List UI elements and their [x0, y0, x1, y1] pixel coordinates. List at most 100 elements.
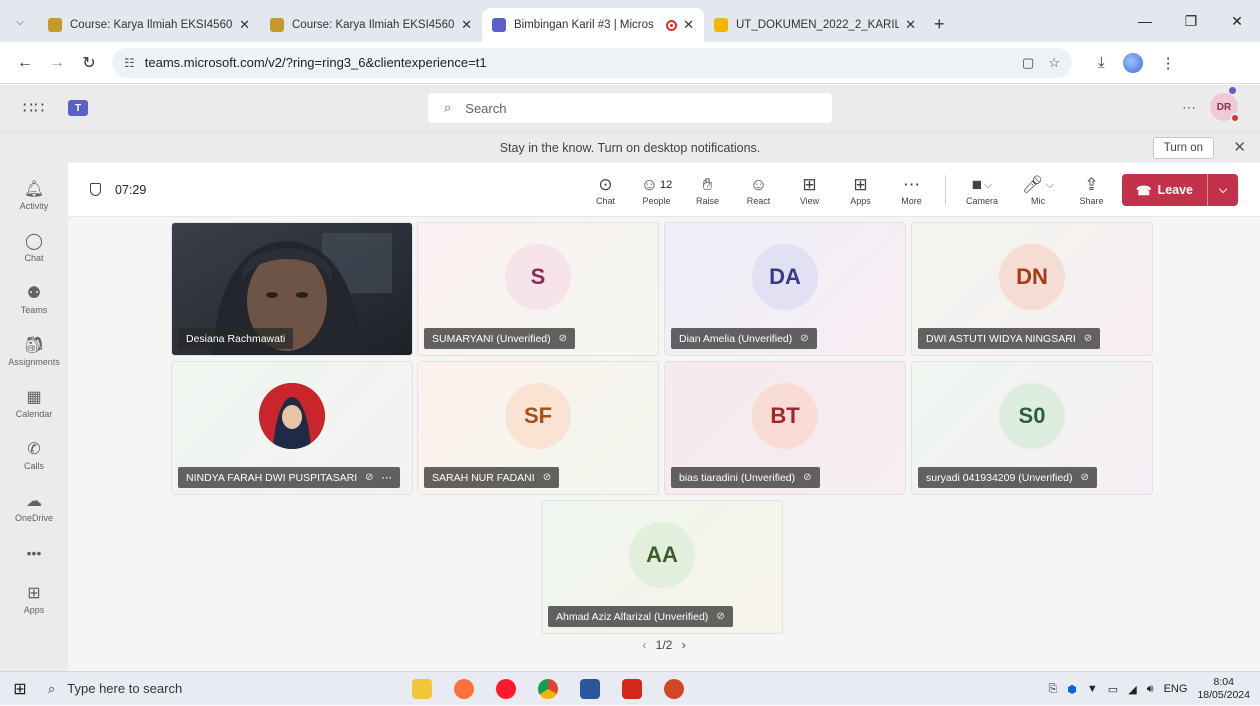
rail-item-apps[interactable]: ⊞ Apps — [0, 573, 68, 625]
word-icon[interactable] — [580, 678, 600, 699]
camera-icon: ■︎ ⌵ — [971, 175, 993, 194]
app-launcher-icon[interactable]: ∷∷ — [0, 98, 68, 118]
restore-icon[interactable]: ❐ — [1168, 0, 1214, 42]
clock[interactable]: 8:04 18/05/2024 — [1197, 676, 1250, 702]
notification-text: Stay in the know. Turn on desktop notifi… — [499, 140, 761, 155]
teams-icon: ⚉ — [26, 284, 42, 302]
tool-label: View — [799, 196, 820, 206]
mic-muted-icon: ⊘ — [1080, 472, 1089, 483]
cast-icon[interactable]: ▢ — [1022, 55, 1034, 71]
toolbar-divider — [945, 175, 946, 205]
more-button[interactable]: ⋯ More — [886, 174, 937, 206]
forward-icon[interactable]: → — [44, 54, 70, 72]
page-indicator: 1/2 — [655, 638, 673, 652]
participant-name-text: NINDYA FARAH DWI PUSPITASARI — [186, 471, 358, 484]
browser-profile-avatar[interactable] — [1122, 52, 1143, 73]
view-button[interactable]: ⊞ View — [784, 174, 835, 206]
my-avatar[interactable]: DR — [1210, 87, 1240, 123]
participant-avatar: BT — [752, 383, 818, 449]
turn-on-button[interactable]: Turn on — [1152, 137, 1214, 159]
acrobat-icon[interactable] — [622, 678, 642, 699]
participant-tile[interactable]: AA Ahmad Aziz Alfarizal (Unverified) ⊘ — [541, 500, 783, 634]
minimize-icon[interactable]: — — [1122, 0, 1168, 42]
tab-close-icon[interactable]: ✕ — [905, 17, 916, 33]
rail-item-chat[interactable]: ◯ Chat — [0, 221, 68, 273]
browser-menu-icon[interactable]: ⋮ — [1161, 54, 1176, 72]
participant-tile[interactable]: S SUMARYANI (Unverified) ⊘ — [417, 222, 659, 356]
share-button[interactable]: ⇪ Share — [1066, 174, 1117, 206]
participant-tile[interactable]: DN DWI ASTUTI WIDYA NINGSARI ⊘ — [911, 222, 1153, 356]
language-indicator[interactable]: ENG — [1164, 683, 1188, 695]
browser-tab[interactable]: UT_DOKUMEN_2022_2_KARIL_T ✕ — [704, 8, 926, 42]
tab-close-icon[interactable]: ✕ — [683, 17, 694, 33]
back-icon[interactable]: ← — [12, 54, 38, 72]
windows-start-icon[interactable]: ⊞ — [0, 679, 40, 699]
opera-icon[interactable] — [496, 678, 516, 699]
participant-tile[interactable]: Desiana Rachmawati — [171, 222, 413, 356]
teams-header: ∷∷ T ⌕ Search ⋯ DR — [0, 85, 1260, 131]
participant-tile[interactable]: S0 suryadi 041934209 (Unverified) ⊘ — [911, 361, 1153, 495]
notification-banner: Stay in the know. Turn on desktop notifi… — [0, 131, 1260, 163]
participant-tile[interactable]: SF SARAH NUR FADANI ⊘ — [417, 361, 659, 495]
bluetooth-icon[interactable]: ⬢ — [1067, 683, 1077, 696]
participant-tile[interactable]: BT bias tiaradini (Unverified) ⊘ — [664, 361, 906, 495]
mic-button[interactable]: 🎤︎ ⌵ Mic — [1010, 174, 1066, 206]
leave-main[interactable]: ☎︎ Leave — [1122, 174, 1208, 206]
notification-dot-icon — [1229, 87, 1236, 94]
close-window-icon[interactable]: ✕ — [1214, 0, 1260, 42]
bookmark-star-icon[interactable]: ☆ — [1048, 55, 1060, 71]
url-input[interactable]: ☷ teams.microsoft.com/v2/?ring=ring3_6&c… — [112, 47, 1072, 78]
rail-item-assignments[interactable]: 🎒︎ Assignments — [0, 325, 68, 377]
volume-icon[interactable]: 🔊︎ — [1147, 683, 1154, 696]
chat-button[interactable]: ⊙ Chat — [580, 174, 631, 206]
presence-busy-icon — [1230, 113, 1240, 123]
rail-item-activity[interactable]: 🔔︎ Activity — [0, 169, 68, 221]
prev-page-icon[interactable]: ‹ — [642, 638, 646, 652]
participant-tile[interactable]: DA Dian Amelia (Unverified) ⊘ — [664, 222, 906, 356]
next-page-icon[interactable]: › — [682, 638, 686, 652]
wifi-icon[interactable]: ◢ — [1128, 683, 1136, 696]
raise-hand-button[interactable]: ✋︎ Raise — [682, 174, 733, 206]
search-input[interactable]: ⌕ Search — [428, 93, 832, 123]
battery-icon[interactable]: ▭ — [1108, 683, 1118, 696]
rail-item-calls[interactable]: ✆ Calls — [0, 429, 68, 481]
file-explorer-icon[interactable] — [412, 678, 432, 699]
taskbar-search-input[interactable]: ⌕ Type here to search — [40, 672, 320, 706]
tab-close-icon[interactable]: ✕ — [461, 17, 472, 33]
rail-label: Chat — [24, 252, 44, 263]
browser-tab-active[interactable]: Bimbingan Karil #3 | Micros ✕ — [482, 8, 704, 42]
tab-search-button[interactable]: ⌵ — [8, 10, 32, 34]
people-button[interactable]: ☺︎ 12 People — [631, 174, 682, 206]
participant-avatar: DN — [999, 244, 1065, 310]
mic-tray-icon[interactable]: ▼ — [1087, 683, 1098, 695]
taskbar-search-placeholder: Type here to search — [67, 681, 183, 696]
new-tab-button[interactable]: + — [934, 14, 945, 35]
rail-item-teams[interactable]: ⚉ Teams — [0, 273, 68, 325]
apps-button[interactable]: ⊞ Apps — [835, 174, 886, 206]
tool-label: Raise — [695, 196, 719, 206]
chrome-icon[interactable] — [538, 678, 558, 699]
firefox-icon[interactable] — [454, 678, 474, 699]
camera-button[interactable]: ■︎ ⌵ Camera — [954, 174, 1010, 206]
close-icon[interactable]: ✕ — [1233, 138, 1246, 156]
rail-item-onedrive[interactable]: ☁︎ OneDrive — [0, 481, 68, 533]
rail-item-calendar[interactable]: ▦ Calendar — [0, 377, 68, 429]
site-info-icon[interactable]: ☷ — [124, 56, 135, 70]
leave-button[interactable]: ☎︎ Leave ⌵ — [1122, 174, 1238, 206]
download-icon[interactable]: ⤓ — [1098, 54, 1105, 71]
reload-icon[interactable]: ↻ — [76, 53, 102, 73]
powerpoint-icon[interactable] — [664, 678, 684, 699]
tab-close-icon[interactable]: ✕ — [239, 17, 250, 33]
browser-tab[interactable]: Course: Karya Ilmiah EKSI4560.1 ✕ — [38, 8, 260, 42]
notes-icon[interactable]: ⎘ — [1048, 683, 1057, 696]
calendar-icon: ▦ — [26, 388, 42, 406]
browser-tab[interactable]: Course: Karya Ilmiah EKSI4560.1 ✕ — [260, 8, 482, 42]
meeting-timer: 07:29 — [90, 183, 146, 197]
participant-tile[interactable]: NINDYA FARAH DWI PUSPITASARI ⊘ ⋯ — [171, 361, 413, 495]
react-button[interactable]: ☺ React — [733, 174, 784, 206]
rail-more-button[interactable]: ••• — [27, 533, 42, 573]
chevron-down-icon[interactable]: ⌵ — [1208, 184, 1238, 197]
participant-name-text: Ahmad Aziz Alfarizal (Unverified) — [556, 610, 709, 623]
settings-more-icon[interactable]: ⋯ — [1182, 99, 1196, 116]
more-options-icon[interactable]: ⋯ — [382, 472, 393, 484]
